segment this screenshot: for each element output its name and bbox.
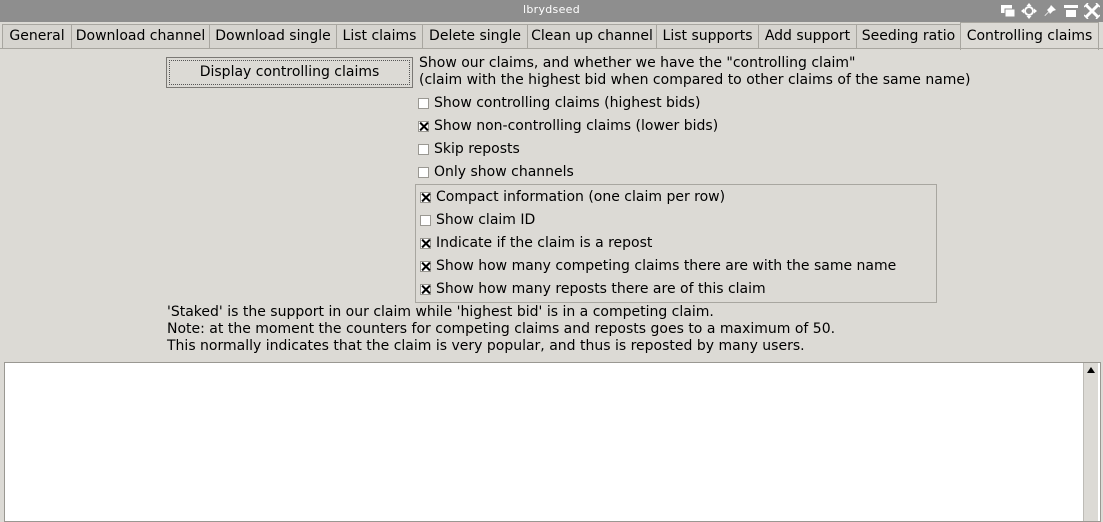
tab-list-supports[interactable]: List supports	[656, 24, 759, 48]
tab-bar: General Download channel Download single…	[0, 22, 1103, 50]
checkbox-label: Show controlling claims (highest bids)	[434, 95, 701, 111]
pin-icon[interactable]	[1040, 1, 1059, 21]
close-icon[interactable]	[1082, 1, 1101, 21]
checkbox-box[interactable]	[418, 166, 429, 178]
tab-seeding-ratio[interactable]: Seeding ratio	[856, 24, 961, 48]
display-controlling-claims-button[interactable]: Display controlling claims	[166, 57, 413, 88]
tab-add-support[interactable]: Add support	[758, 24, 857, 48]
windows-icon[interactable]	[998, 1, 1017, 21]
compact-information-checkbox[interactable]: Compact information (one claim per row)	[420, 188, 725, 206]
reposts-count-checkbox[interactable]: Show how many reposts there are of this …	[420, 280, 766, 298]
checkbox-label: Show claim ID	[436, 212, 536, 228]
maximize-icon[interactable]	[1061, 1, 1080, 21]
checkbox-label: Compact information (one claim per row)	[436, 189, 726, 205]
note-line-1: 'Staked' is the support in our claim whi…	[167, 304, 714, 320]
move-icon[interactable]	[1019, 1, 1038, 21]
tab-list-claims[interactable]: List claims	[336, 24, 423, 48]
tab-divider	[0, 48, 1103, 49]
competing-claims-count-checkbox[interactable]: Show how many competing claims there are…	[420, 257, 896, 275]
tab-controlling-claims[interactable]: Controlling claims	[960, 22, 1099, 50]
title-bar: lbrydseed	[0, 0, 1103, 22]
checkbox-box[interactable]	[418, 143, 429, 155]
checkbox-box[interactable]	[420, 260, 431, 272]
description-line-1: Show our claims, and whether we have the…	[419, 55, 856, 71]
checkbox-box[interactable]	[418, 97, 429, 109]
output-text-area[interactable]	[4, 362, 1101, 522]
tab-download-channel[interactable]: Download channel	[71, 24, 210, 48]
tab-general[interactable]: General	[2, 24, 72, 48]
titlebar-controls	[998, 1, 1101, 21]
checkbox-box[interactable]	[418, 120, 429, 132]
only-show-channels-checkbox[interactable]: Only show channels	[418, 163, 574, 181]
checkbox-label: Show how many reposts there are of this …	[436, 281, 766, 297]
checkbox-box[interactable]	[420, 214, 431, 226]
checkbox-label: Only show channels	[434, 164, 574, 180]
scroll-up-icon[interactable]	[1084, 363, 1098, 377]
window-title: lbrydseed	[522, 3, 580, 16]
show-controlling-claims-checkbox[interactable]: Show controlling claims (highest bids)	[418, 94, 700, 112]
description-line-2: (claim with the highest bid when compare…	[419, 72, 971, 88]
tab-delete-single[interactable]: Delete single	[422, 24, 528, 48]
checkbox-box[interactable]	[420, 237, 431, 249]
vertical-scrollbar[interactable]	[1083, 363, 1098, 521]
checkbox-box[interactable]	[420, 191, 431, 203]
checkbox-box[interactable]	[420, 283, 431, 295]
checkbox-label: Show how many competing claims there are…	[436, 258, 897, 274]
note-line-3: This normally indicates that the claim i…	[167, 338, 805, 354]
tab-clean-up-channel[interactable]: Clean up channel	[527, 24, 657, 48]
checkbox-label: Skip reposts	[434, 141, 520, 157]
show-claim-id-checkbox[interactable]: Show claim ID	[420, 211, 535, 229]
indicate-repost-checkbox[interactable]: Indicate if the claim is a repost	[420, 234, 652, 252]
checkbox-label: Show non-controlling claims (lower bids)	[434, 118, 719, 134]
show-non-controlling-claims-checkbox[interactable]: Show non-controlling claims (lower bids)	[418, 117, 718, 135]
checkbox-label: Indicate if the claim is a repost	[436, 235, 653, 251]
note-line-2: Note: at the moment the counters for com…	[167, 321, 836, 337]
skip-reposts-checkbox[interactable]: Skip reposts	[418, 140, 520, 158]
tab-download-single[interactable]: Download single	[209, 24, 337, 48]
